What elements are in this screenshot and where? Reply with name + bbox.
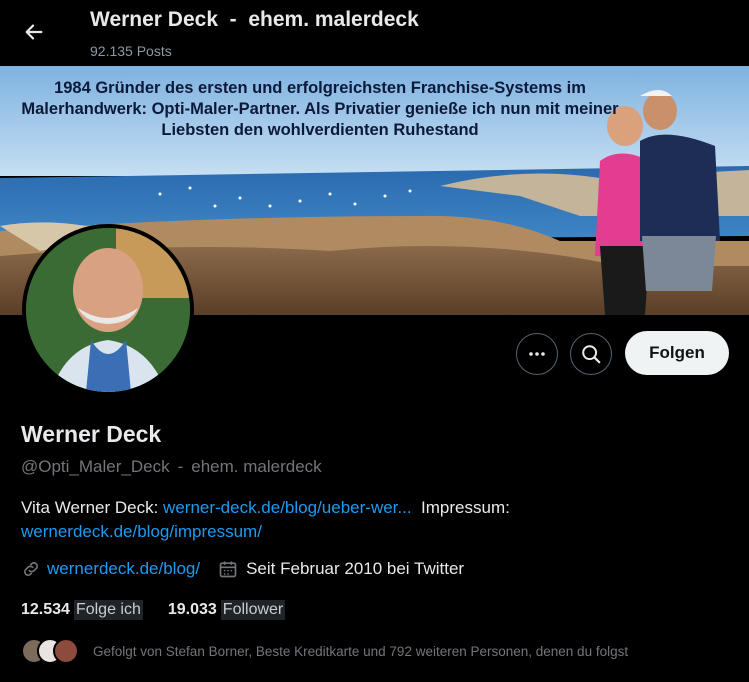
following-label: Folge ich — [73, 600, 143, 620]
profile-meta: wernerdeck.de/blog/ Seit Februar 2010 be… — [21, 559, 464, 579]
follow-button[interactable]: Folgen — [625, 331, 729, 375]
profile-stats: 12.534 Folge ich 19.033 Follower — [21, 600, 310, 620]
more-icon — [529, 352, 545, 356]
header-title: Werner Deck - ehem. malerdeck — [90, 8, 419, 31]
following-count: 12.534 — [21, 601, 70, 618]
handle-line: @Opti_Maler_Deck - ehem. malerdeck — [21, 457, 322, 477]
avatar[interactable] — [22, 224, 194, 396]
avatar-image — [26, 228, 190, 392]
follower-avatar-3 — [53, 638, 79, 664]
bio-link-vita[interactable]: werner-deck.de/blog/ueber-wer... — [163, 498, 412, 517]
website-item: wernerdeck.de/blog/ — [21, 559, 200, 579]
followers-count: 19.033 — [167, 601, 217, 618]
profile-handle: @Opti_Maler_Deck — [21, 457, 170, 476]
profile-header: Werner Deck - ehem. malerdeck 92.135 Pos… — [0, 0, 749, 66]
search-button[interactable] — [570, 333, 612, 375]
bio-prefix: Vita Werner Deck: — [21, 498, 159, 517]
search-icon — [582, 345, 601, 364]
handle-separator: - — [177, 457, 184, 476]
followers-stat[interactable]: 19.033 Follower — [167, 600, 286, 620]
profile-name: Werner Deck — [21, 421, 162, 447]
website-link[interactable]: wernerdeck.de/blog/ — [47, 559, 200, 579]
post-count: 92.135 Posts — [90, 43, 172, 59]
following-stat[interactable]: 12.534 Folge ich — [21, 600, 143, 620]
followers-label: Follower — [220, 600, 286, 620]
bio-link-impressum[interactable]: wernerdeck.de/blog/impressum/ — [21, 522, 262, 541]
calendar-icon — [219, 561, 237, 578]
profile-subtitle: ehem. malerdeck — [191, 457, 322, 476]
joined-item: Seit Februar 2010 bei Twitter — [218, 559, 464, 579]
back-button[interactable] — [16, 14, 52, 50]
arrow-left-icon — [25, 24, 43, 40]
followed-by-text: Gefolgt von Stefan Borner, Beste Kreditk… — [93, 643, 629, 659]
joined-date: Seit Februar 2010 bei Twitter — [246, 559, 465, 578]
followed-by[interactable]: Gefolgt von Stefan Borner, Beste Kreditk… — [21, 638, 628, 664]
bio-impressum-label: Impressum: — [421, 498, 510, 517]
banner-caption: 1984 Gründer des ersten und erfolgreichs… — [21, 79, 619, 139]
more-button[interactable] — [516, 333, 558, 375]
profile-bio: Vita Werner Deck: werner-deck.de/blog/ue… — [21, 496, 721, 544]
link-icon — [24, 562, 38, 576]
